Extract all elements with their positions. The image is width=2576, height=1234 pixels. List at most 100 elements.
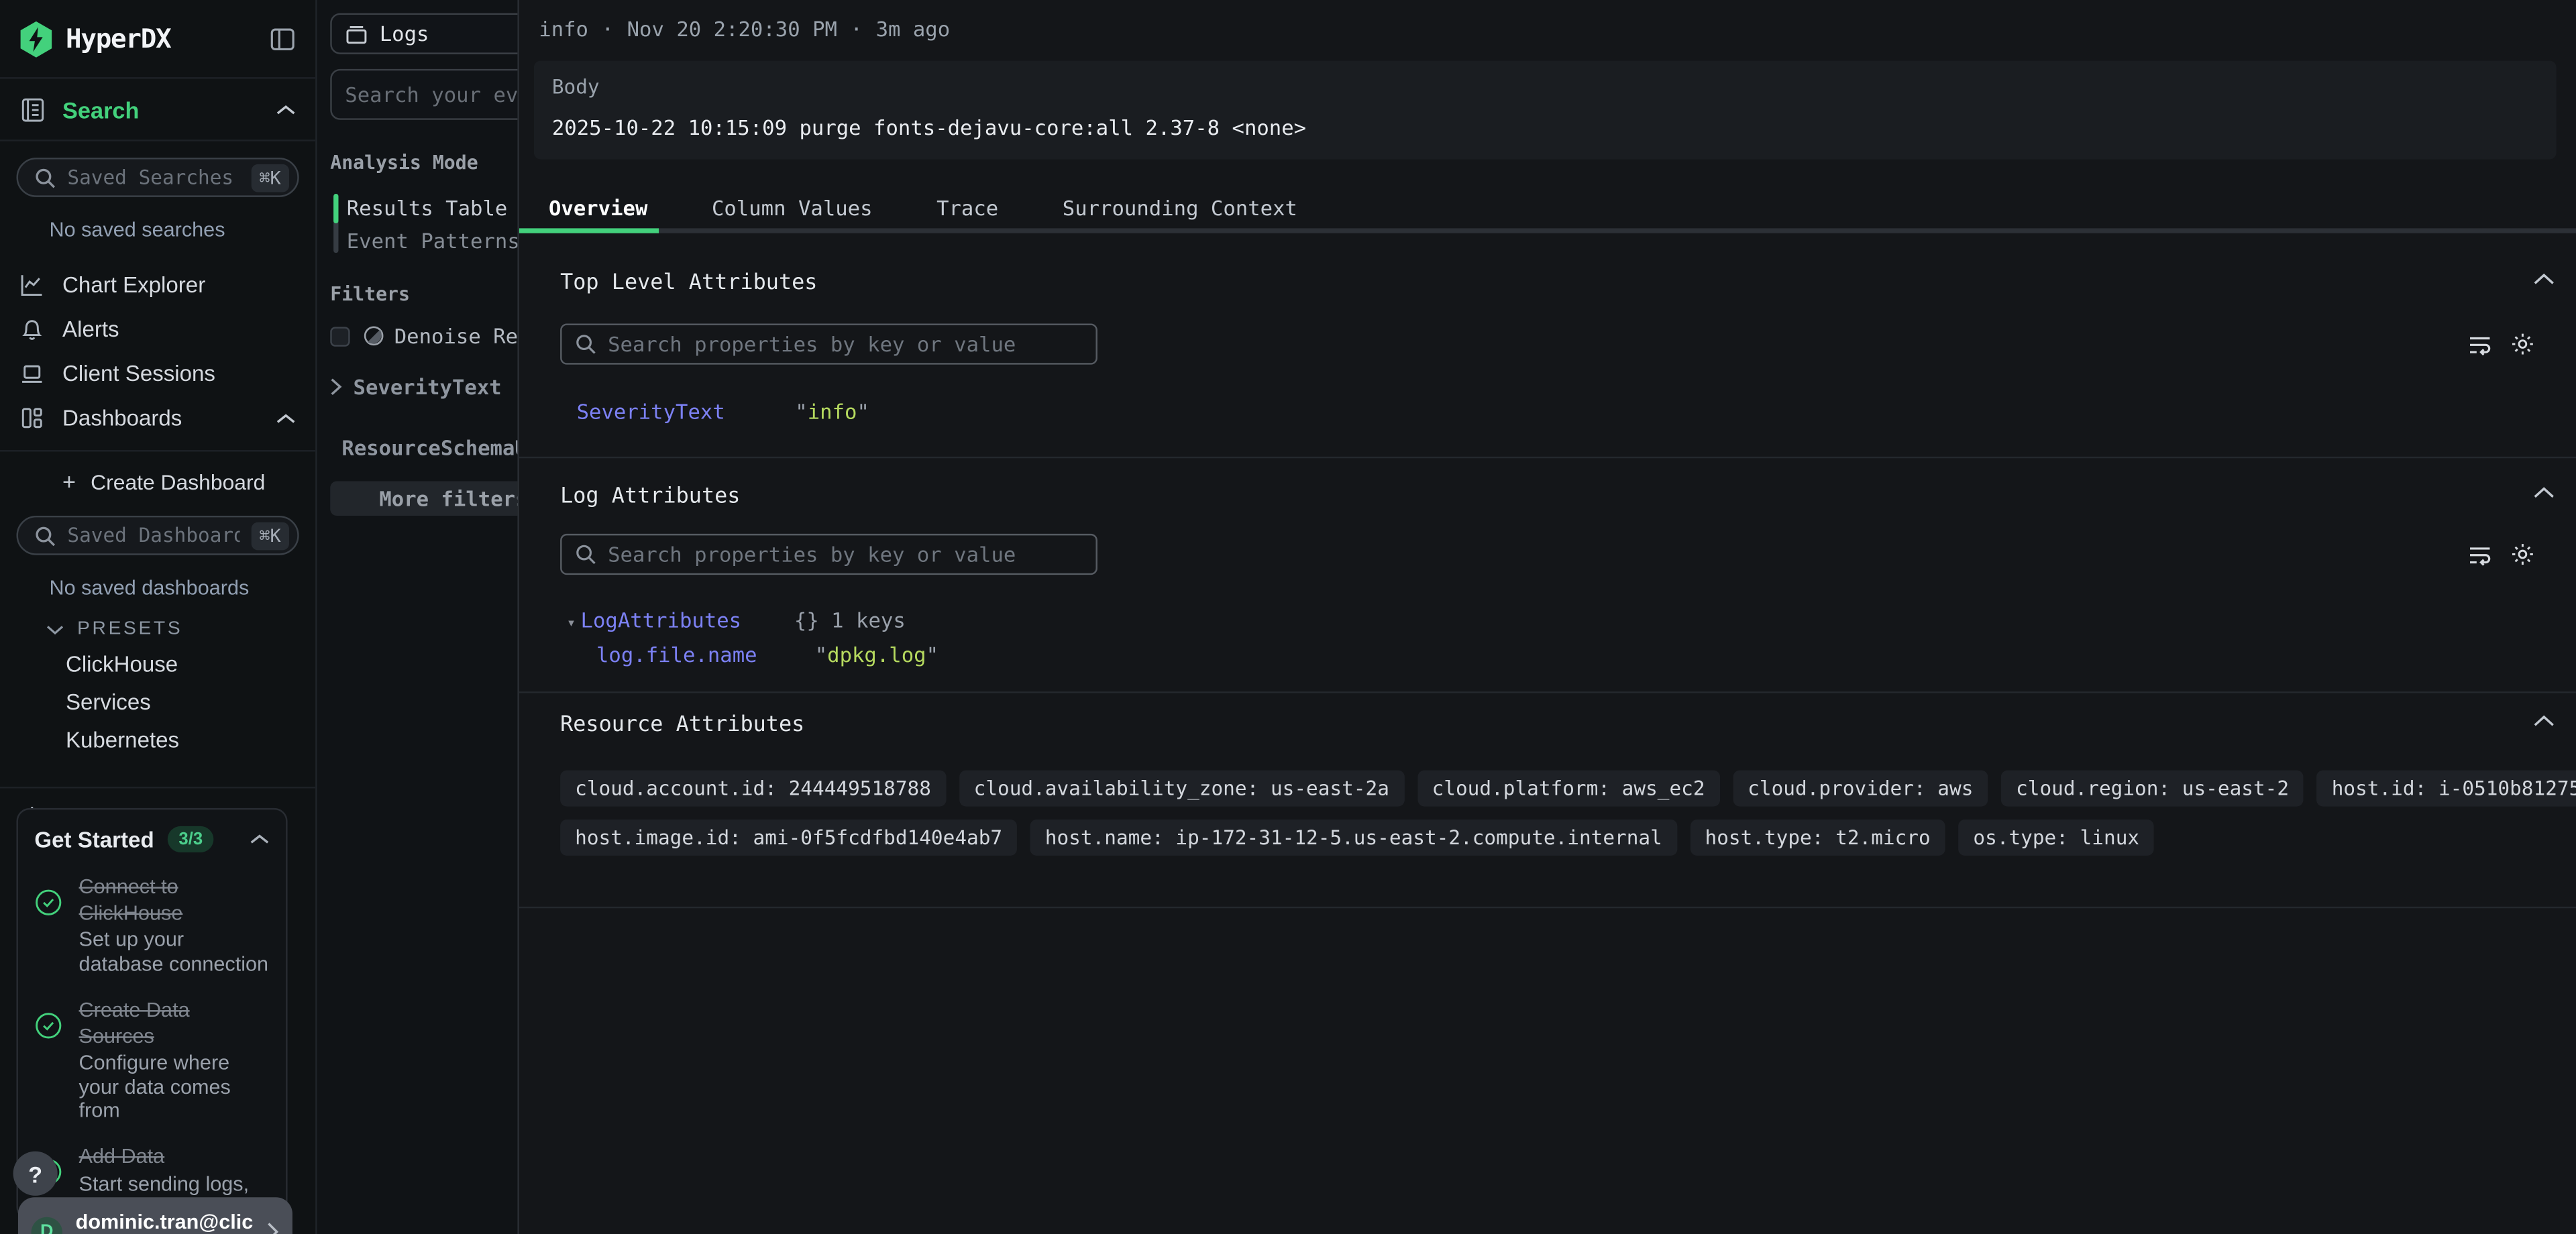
collapse-section-icon[interactable]: [2533, 273, 2555, 286]
get-started-title: Get Started: [34, 827, 154, 852]
user-info: dominic.tran@clic... dominic.tran@clickh…: [76, 1211, 253, 1234]
filter-group-label: ResourceSchemaUrl: [341, 435, 517, 460]
wrap-lines-icon[interactable]: [2467, 542, 2492, 567]
resource-chip-row: host.image.id: ami-0f5fcdfbd140e4ab7 hos…: [560, 820, 2576, 856]
event-search-input[interactable]: [330, 69, 517, 120]
search-journal-icon: [19, 96, 46, 122]
dashboard-grid-icon: [19, 406, 48, 431]
resource-chip[interactable]: host.name: ip-172-31-12-5.us-east-2.comp…: [1030, 820, 1677, 856]
mode-results-table[interactable]: Results Table: [347, 190, 518, 223]
search-icon: [34, 524, 56, 546]
sidebar-item-clickhouse[interactable]: ClickHouse: [66, 652, 315, 677]
sidebar-search-label: Search: [62, 96, 276, 122]
chevron-up-icon[interactable]: [250, 833, 269, 846]
tab-trace[interactable]: Trace: [936, 194, 998, 219]
attribute-key[interactable]: LogAttributes: [581, 608, 794, 632]
plus-icon: +: [62, 468, 76, 494]
create-dashboard-button[interactable]: + Create Dashboard: [0, 458, 315, 504]
section-title: Log Attributes: [560, 458, 2576, 509]
filter-group-severitytext[interactable]: SeverityText: [330, 374, 517, 399]
saved-searches-input[interactable]: [67, 166, 239, 188]
body-label: Body: [552, 76, 2538, 99]
property-search-input[interactable]: [608, 332, 1083, 357]
user-name: dominic.tran@clic...: [76, 1211, 253, 1233]
archive-box-icon: [345, 22, 368, 45]
attribute-tree-parent: ▾ LogAttributes {} 1 keys: [560, 608, 2576, 632]
source-selector[interactable]: Logs: [330, 13, 517, 54]
get-started-item-sources[interactable]: Create Data Sources Configure where your…: [34, 999, 269, 1123]
sidebar-item-services[interactable]: Services: [66, 690, 315, 715]
resource-chip[interactable]: host.id: i-0510b81275acbe4d5: [2317, 771, 2576, 807]
chart-icon: [19, 273, 48, 298]
get-started-item-title: Add Data: [79, 1145, 270, 1171]
tab-column-values[interactable]: Column Values: [712, 194, 873, 219]
divider: [0, 450, 315, 451]
user-menu[interactable]: D dominic.tran@clic... dominic.tran@clic…: [18, 1197, 292, 1234]
help-button[interactable]: ?: [13, 1152, 58, 1196]
gear-icon[interactable]: [2510, 542, 2535, 567]
attribute-key[interactable]: log.file.name: [596, 642, 815, 667]
collapse-sidebar-icon[interactable]: [270, 25, 296, 52]
sidebar-item-dashboards[interactable]: Dashboards: [0, 396, 315, 440]
analysis-mode-heading: Analysis Mode: [330, 151, 517, 174]
event-header: info · Nov 20 2:20:30 PM · 3m ago: [539, 16, 2576, 41]
wrap-lines-icon[interactable]: [2467, 332, 2492, 357]
resource-chip[interactable]: host.type: t2.micro: [1690, 820, 1945, 856]
denoise-checkbox[interactable]: [330, 326, 350, 345]
get-started-item-desc: Configure where your data comes from: [79, 1052, 270, 1123]
resource-chip[interactable]: cloud.provider: aws: [1733, 771, 1988, 807]
tab-overview[interactable]: Overview: [549, 194, 647, 219]
chevron-up-icon[interactable]: [276, 103, 295, 116]
sidebar-item-alerts[interactable]: Alerts: [0, 307, 315, 351]
resource-chip[interactable]: cloud.platform: aws_ec2: [1417, 771, 1720, 807]
bell-icon: [19, 317, 48, 342]
property-search: [560, 323, 1097, 364]
filter-group-label: SeverityText: [354, 374, 502, 399]
severity-text: info: [539, 16, 588, 41]
logo[interactable]: HyperDX: [19, 21, 170, 57]
get-started-header[interactable]: Get Started 3/3: [34, 826, 269, 852]
mode-event-patterns[interactable]: Event Patterns: [347, 223, 518, 256]
attribute-key[interactable]: SeverityText: [577, 399, 796, 424]
search-filters-panel: Logs Analysis Mode Results Table Event P…: [317, 0, 518, 1234]
search-icon: [34, 167, 56, 188]
get-started-card: Get Started 3/3 Connect to ClickHouse Se…: [16, 808, 287, 1221]
search-icon: [575, 544, 596, 565]
presets-toggle[interactable]: PRESETS: [46, 619, 316, 638]
filter-group-resourceschemaurl[interactable]: ResourceSchemaUrl: [330, 435, 517, 460]
denoise-label[interactable]: Denoise Results: [394, 323, 518, 348]
resource-chip[interactable]: host.image.id: ami-0f5fcdfbd140e4ab7: [560, 820, 1017, 856]
attribute-value[interactable]: "info": [795, 399, 869, 424]
attribute-meta: {} 1 keys: [794, 608, 906, 632]
attribute-value[interactable]: "dpkg.log": [815, 642, 938, 667]
sidebar-item-search[interactable]: Search: [0, 79, 315, 140]
resource-chip[interactable]: cloud.account.id: 244449518788: [560, 771, 946, 807]
saved-dashboards-search[interactable]: ⌘K: [16, 516, 299, 555]
collapse-section-icon[interactable]: [2533, 486, 2555, 500]
chevron-right-icon: [266, 1222, 280, 1234]
sidebar-item-kubernetes[interactable]: Kubernetes: [66, 728, 315, 752]
sidebar-item-client-sessions[interactable]: Client Sessions: [0, 351, 315, 396]
saved-searches-search[interactable]: ⌘K: [16, 158, 299, 197]
search-icon: [575, 333, 596, 355]
get-started-item-title: Create Data Sources: [79, 999, 270, 1050]
resource-chip[interactable]: cloud.region: us-east-2: [2001, 771, 2304, 807]
chevron-up-icon[interactable]: [276, 411, 295, 425]
laptop-icon: [19, 361, 48, 386]
body-content: 2025-10-22 10:15:09 purge fonts-dejavu-c…: [552, 115, 2538, 139]
tree-caret-icon[interactable]: ▾: [567, 616, 576, 632]
dot-separator: ·: [602, 16, 614, 41]
property-search-input[interactable]: [608, 542, 1083, 567]
get-started-item-connect[interactable]: Connect to ClickHouse Set up your databa…: [34, 875, 269, 975]
tab-surrounding-context[interactable]: Surrounding Context: [1063, 194, 1297, 219]
collapse-section-icon[interactable]: [2533, 714, 2555, 728]
more-filters-button[interactable]: More filters: [330, 482, 517, 516]
avatar: D: [32, 1216, 63, 1234]
gear-icon[interactable]: [2510, 332, 2535, 357]
resource-chip[interactable]: cloud.availability_zone: us-east-2a: [959, 771, 1404, 807]
saved-dashboards-input[interactable]: [67, 524, 239, 547]
resource-chip[interactable]: os.type: linux: [1958, 820, 2154, 856]
section-tools: [2467, 542, 2534, 567]
sidebar-item-chart-explorer[interactable]: Chart Explorer: [0, 263, 315, 307]
sidebar-nav: Chart Explorer Alerts Cl: [0, 263, 315, 440]
